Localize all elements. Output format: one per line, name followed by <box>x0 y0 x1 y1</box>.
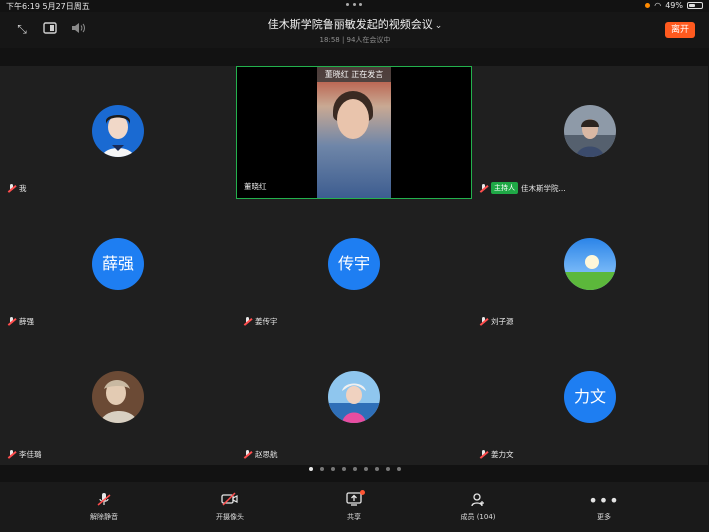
participant-tile[interactable]: 薛强 薛强 <box>0 199 236 332</box>
page-dot[interactable] <box>374 467 379 471</box>
avatar: 薛强 <box>92 237 144 290</box>
avatar: 传宇 <box>328 237 380 290</box>
share-screen-icon <box>314 490 394 510</box>
camera-button[interactable]: 开摄像头 <box>190 492 270 522</box>
participant-tile[interactable]: 传宇 姜传宇 <box>236 199 472 332</box>
mic-muted-icon <box>243 450 252 459</box>
multitask-dots[interactable] <box>346 3 362 7</box>
meeting-toolbar: 解除静音 开摄像头 共享 成员 (104) ••• 更多 <box>0 482 709 532</box>
page-dot[interactable] <box>319 467 324 471</box>
more-button[interactable]: ••• 更多 <box>564 492 644 522</box>
mic-muted-icon <box>64 492 144 510</box>
host-badge: 主持人 <box>491 182 518 194</box>
mic-muted-icon <box>479 183 488 193</box>
participant-tile[interactable]: 赵思航 <box>236 332 472 465</box>
members-button[interactable]: 成员 (104) <box>438 492 518 522</box>
avatar <box>564 237 616 290</box>
meeting-subtitle: 18:58 | 94人在会议中 <box>319 36 391 44</box>
page-indicator[interactable] <box>0 464 709 474</box>
participant-tile[interactable]: 力文 姜力文 <box>472 332 708 465</box>
participant-label: 姜传宇 <box>243 316 278 327</box>
mic-muted-icon <box>7 450 16 459</box>
leave-button[interactable]: 离开 <box>665 22 695 38</box>
members-icon <box>438 492 518 510</box>
participant-label: 我 <box>7 183 27 194</box>
more-icon: ••• <box>588 491 620 510</box>
avatar <box>92 104 144 157</box>
layout-icon[interactable] <box>42 22 58 36</box>
meeting-title[interactable]: 佳木斯学院鲁丽敏发起的视频会议 ⌄ <box>210 16 500 32</box>
participant-label: 主持人 佳木斯学院... <box>479 182 566 194</box>
notification-dot <box>360 490 365 495</box>
page-dot[interactable] <box>396 467 401 471</box>
avatar: 力文 <box>564 370 616 423</box>
participant-tile-active-speaker[interactable]: 董晓红 正在发言 董晓红 <box>236 66 472 199</box>
meeting-title-area[interactable]: 佳木斯学院鲁丽敏发起的视频会议 ⌄ 18:58 | 94人在会议中 <box>210 16 500 45</box>
participant-label: 李佳璐 <box>7 449 42 460</box>
mic-muted-icon <box>243 317 252 326</box>
recording-indicator-icon <box>645 3 651 8</box>
chevron-down-icon[interactable]: ⌄ <box>435 21 443 31</box>
participant-tile[interactable]: 我 <box>0 66 236 199</box>
participant-grid: 我 董晓红 正在发言 董晓红 主持人 佳木斯学院... 薛强 薛强 传宇 姜传宇 … <box>0 66 709 465</box>
participant-tile[interactable]: 李佳璐 <box>0 332 236 465</box>
page-dot[interactable] <box>363 467 368 471</box>
video-feed <box>317 67 391 198</box>
page-dot[interactable] <box>341 467 346 471</box>
page-dot[interactable] <box>308 467 313 471</box>
share-button[interactable]: 共享 <box>314 490 394 522</box>
mic-muted-icon <box>7 184 16 193</box>
battery-icon <box>687 2 703 9</box>
avatar <box>328 370 380 423</box>
participant-label: 姜力文 <box>479 449 514 460</box>
avatar <box>564 104 616 157</box>
page-dot[interactable] <box>330 467 335 471</box>
unmute-button[interactable]: 解除静音 <box>64 492 144 522</box>
status-time: 下午6:19 5月27日周五 <box>6 2 90 11</box>
speaking-banner: 董晓红 正在发言 <box>317 67 391 82</box>
collapse-icon[interactable]: ⤡ <box>14 22 30 36</box>
page-dot[interactable] <box>352 467 357 471</box>
mic-muted-icon <box>479 317 488 326</box>
avatar <box>92 370 144 423</box>
camera-off-icon <box>190 492 270 510</box>
page-dot[interactable] <box>385 467 390 471</box>
participant-label: 董晓红 <box>241 180 270 193</box>
mic-muted-icon <box>479 450 488 459</box>
status-bar: 下午6:19 5月27日周五 ◠ 49% <box>0 0 709 12</box>
wifi-icon: ◠ <box>654 1 662 10</box>
mic-muted-icon <box>7 317 16 326</box>
participant-tile[interactable]: 主持人 佳木斯学院... <box>472 66 708 199</box>
participant-label: 刘子源 <box>479 316 514 327</box>
speaker-icon[interactable] <box>70 22 86 36</box>
participant-tile[interactable]: 刘子源 <box>472 199 708 332</box>
status-right: ◠ 49% <box>645 1 703 10</box>
participant-label: 赵思航 <box>243 449 278 460</box>
meeting-header: ⤡ 佳木斯学院鲁丽敏发起的视频会议 ⌄ 18:58 | 94人在会议中 离开 <box>0 12 709 48</box>
participant-label: 薛强 <box>7 316 34 327</box>
battery-percent: 49% <box>665 1 683 10</box>
